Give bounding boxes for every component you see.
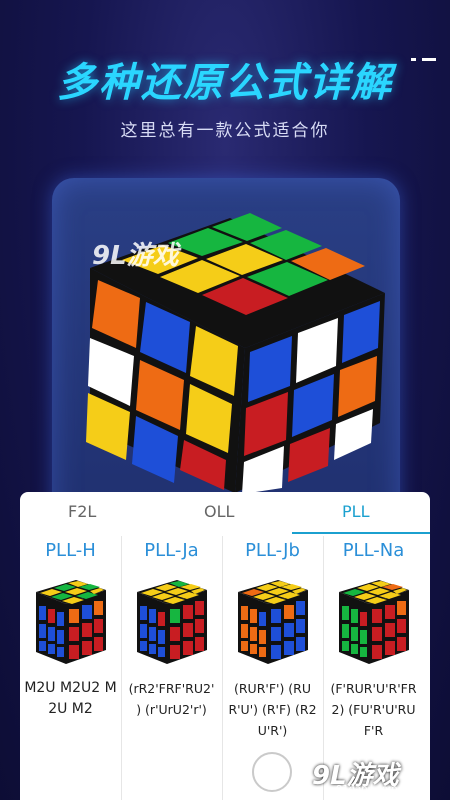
algorithm-name: PLL-Ja — [144, 540, 199, 561]
algorithm-item[interactable]: PLL-H M2U M2U2 M2U M2 — [20, 536, 122, 800]
active-tab-indicator — [292, 532, 430, 534]
tab-pll[interactable]: PLL — [342, 502, 369, 521]
cube-thumbnail — [339, 580, 409, 664]
tab-oll[interactable]: OLL — [204, 502, 234, 521]
algorithm-name: PLL-Na — [342, 540, 405, 561]
algorithm-formula: (RUR'F') (RUR'U') (R'F) (R2U'R') — [228, 681, 317, 738]
footer-logo-url: 91danji.com — [336, 784, 398, 795]
deco-dash — [422, 58, 436, 61]
algorithm-formula: (F'RUR'U'R'FR2) (FU'R'U'RUF'R — [330, 681, 417, 738]
algorithm-formula: (rR2'FRF'RU2' ) (r'UrU2'r') — [128, 681, 215, 717]
algorithm-name: PLL-H — [45, 540, 96, 561]
tab-f2l[interactable]: F2L — [68, 502, 96, 521]
deco-dash-small — [411, 58, 416, 61]
cube-thumbnail — [137, 580, 207, 664]
algorithm-item[interactable]: PLL-Ja (rR2'FRF'RU2' ) (r'UrU2'r') — [121, 536, 223, 800]
cube-thumbnail — [238, 580, 308, 664]
page-title: 多种还原公式详解 — [57, 60, 393, 106]
page-subtitle: 这里总有一款公式适合你 — [120, 121, 330, 141]
watermark-circle — [252, 752, 292, 792]
cube-thumbnail — [36, 580, 106, 664]
tab-bar: F2L OLL PLL — [20, 492, 430, 534]
algorithm-card: F2L OLL PLL PLL-H M2U M2U2 M2U M2 PLL-Ja — [20, 492, 430, 800]
watermark-logo: 9L游戏 — [92, 241, 179, 271]
algorithm-formula: M2U M2U2 M2U M2 — [24, 680, 117, 717]
algorithm-name: PLL-Jb — [245, 540, 300, 561]
